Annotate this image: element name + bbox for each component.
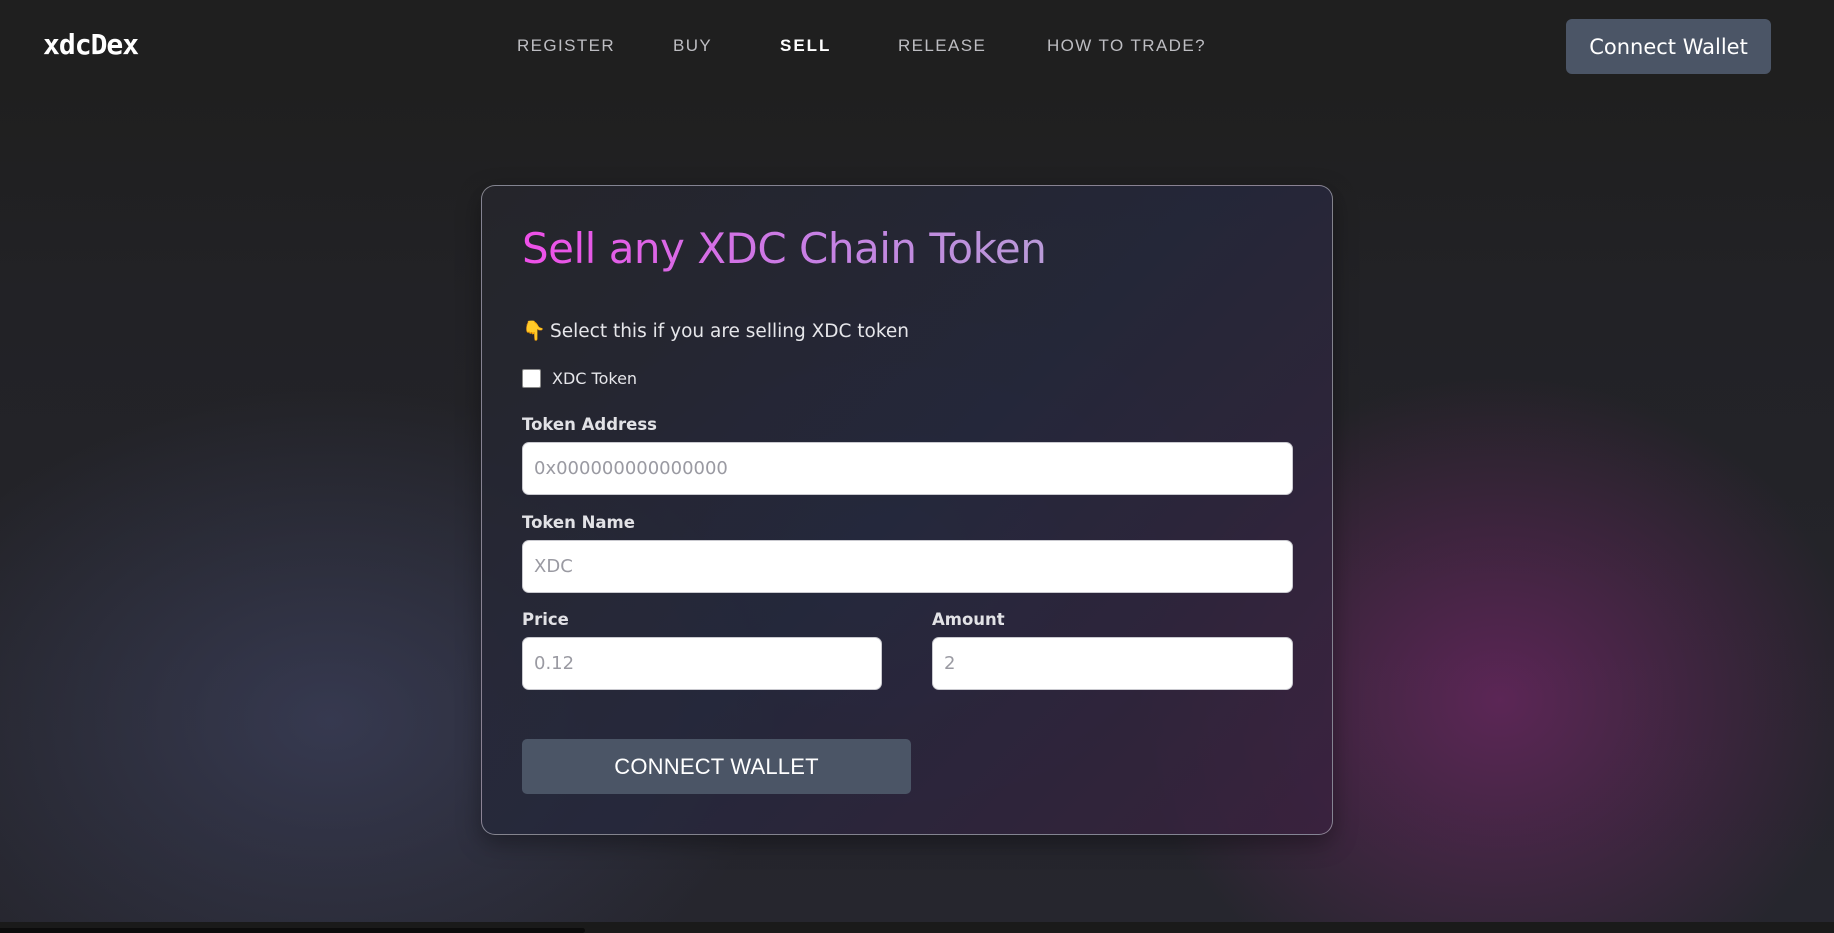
nav-item-sell[interactable]: SELL xyxy=(780,36,831,56)
nav-item-how-to-trade[interactable]: HOW TO TRADE? xyxy=(1047,36,1206,56)
connect-wallet-submit-button[interactable]: CONNECT WALLET xyxy=(522,739,911,794)
xdc-hint: 👇 Select this if you are selling XDC tok… xyxy=(522,320,909,342)
token-name-input[interactable] xyxy=(522,540,1293,593)
hand-pointing-down-icon: 👇 xyxy=(522,320,546,342)
xdc-token-checkbox[interactable] xyxy=(522,369,541,388)
xdc-hint-text: Select this if you are selling XDC token xyxy=(550,320,910,342)
token-name-label: Token Name xyxy=(522,513,635,532)
horizontal-scrollbar[interactable] xyxy=(0,922,1834,933)
token-address-label: Token Address xyxy=(522,415,657,434)
amount-input[interactable] xyxy=(932,637,1293,690)
scrollbar-thumb[interactable] xyxy=(0,928,585,933)
token-address-input[interactable] xyxy=(522,442,1293,495)
price-label: Price xyxy=(522,610,569,629)
top-navbar: xdcDex REGISTER BUY SELL RELEASE HOW TO … xyxy=(0,0,1834,94)
connect-wallet-header-button[interactable]: Connect Wallet xyxy=(1566,19,1771,74)
main-nav: REGISTER BUY SELL RELEASE HOW TO TRADE? xyxy=(0,36,1834,60)
amount-label: Amount xyxy=(932,610,1005,629)
sell-token-card: Sell any XDC Chain Token 👇 Select this i… xyxy=(481,185,1333,835)
xdc-token-checkbox-label: XDC Token xyxy=(552,369,638,388)
price-input[interactable] xyxy=(522,637,882,690)
sell-form-title: Sell any XDC Chain Token xyxy=(522,224,1047,273)
xdc-token-checkbox-row[interactable]: XDC Token xyxy=(522,369,637,388)
nav-item-register[interactable]: REGISTER xyxy=(517,36,615,56)
nav-item-release[interactable]: RELEASE xyxy=(898,36,986,56)
nav-item-buy[interactable]: BUY xyxy=(673,36,712,56)
